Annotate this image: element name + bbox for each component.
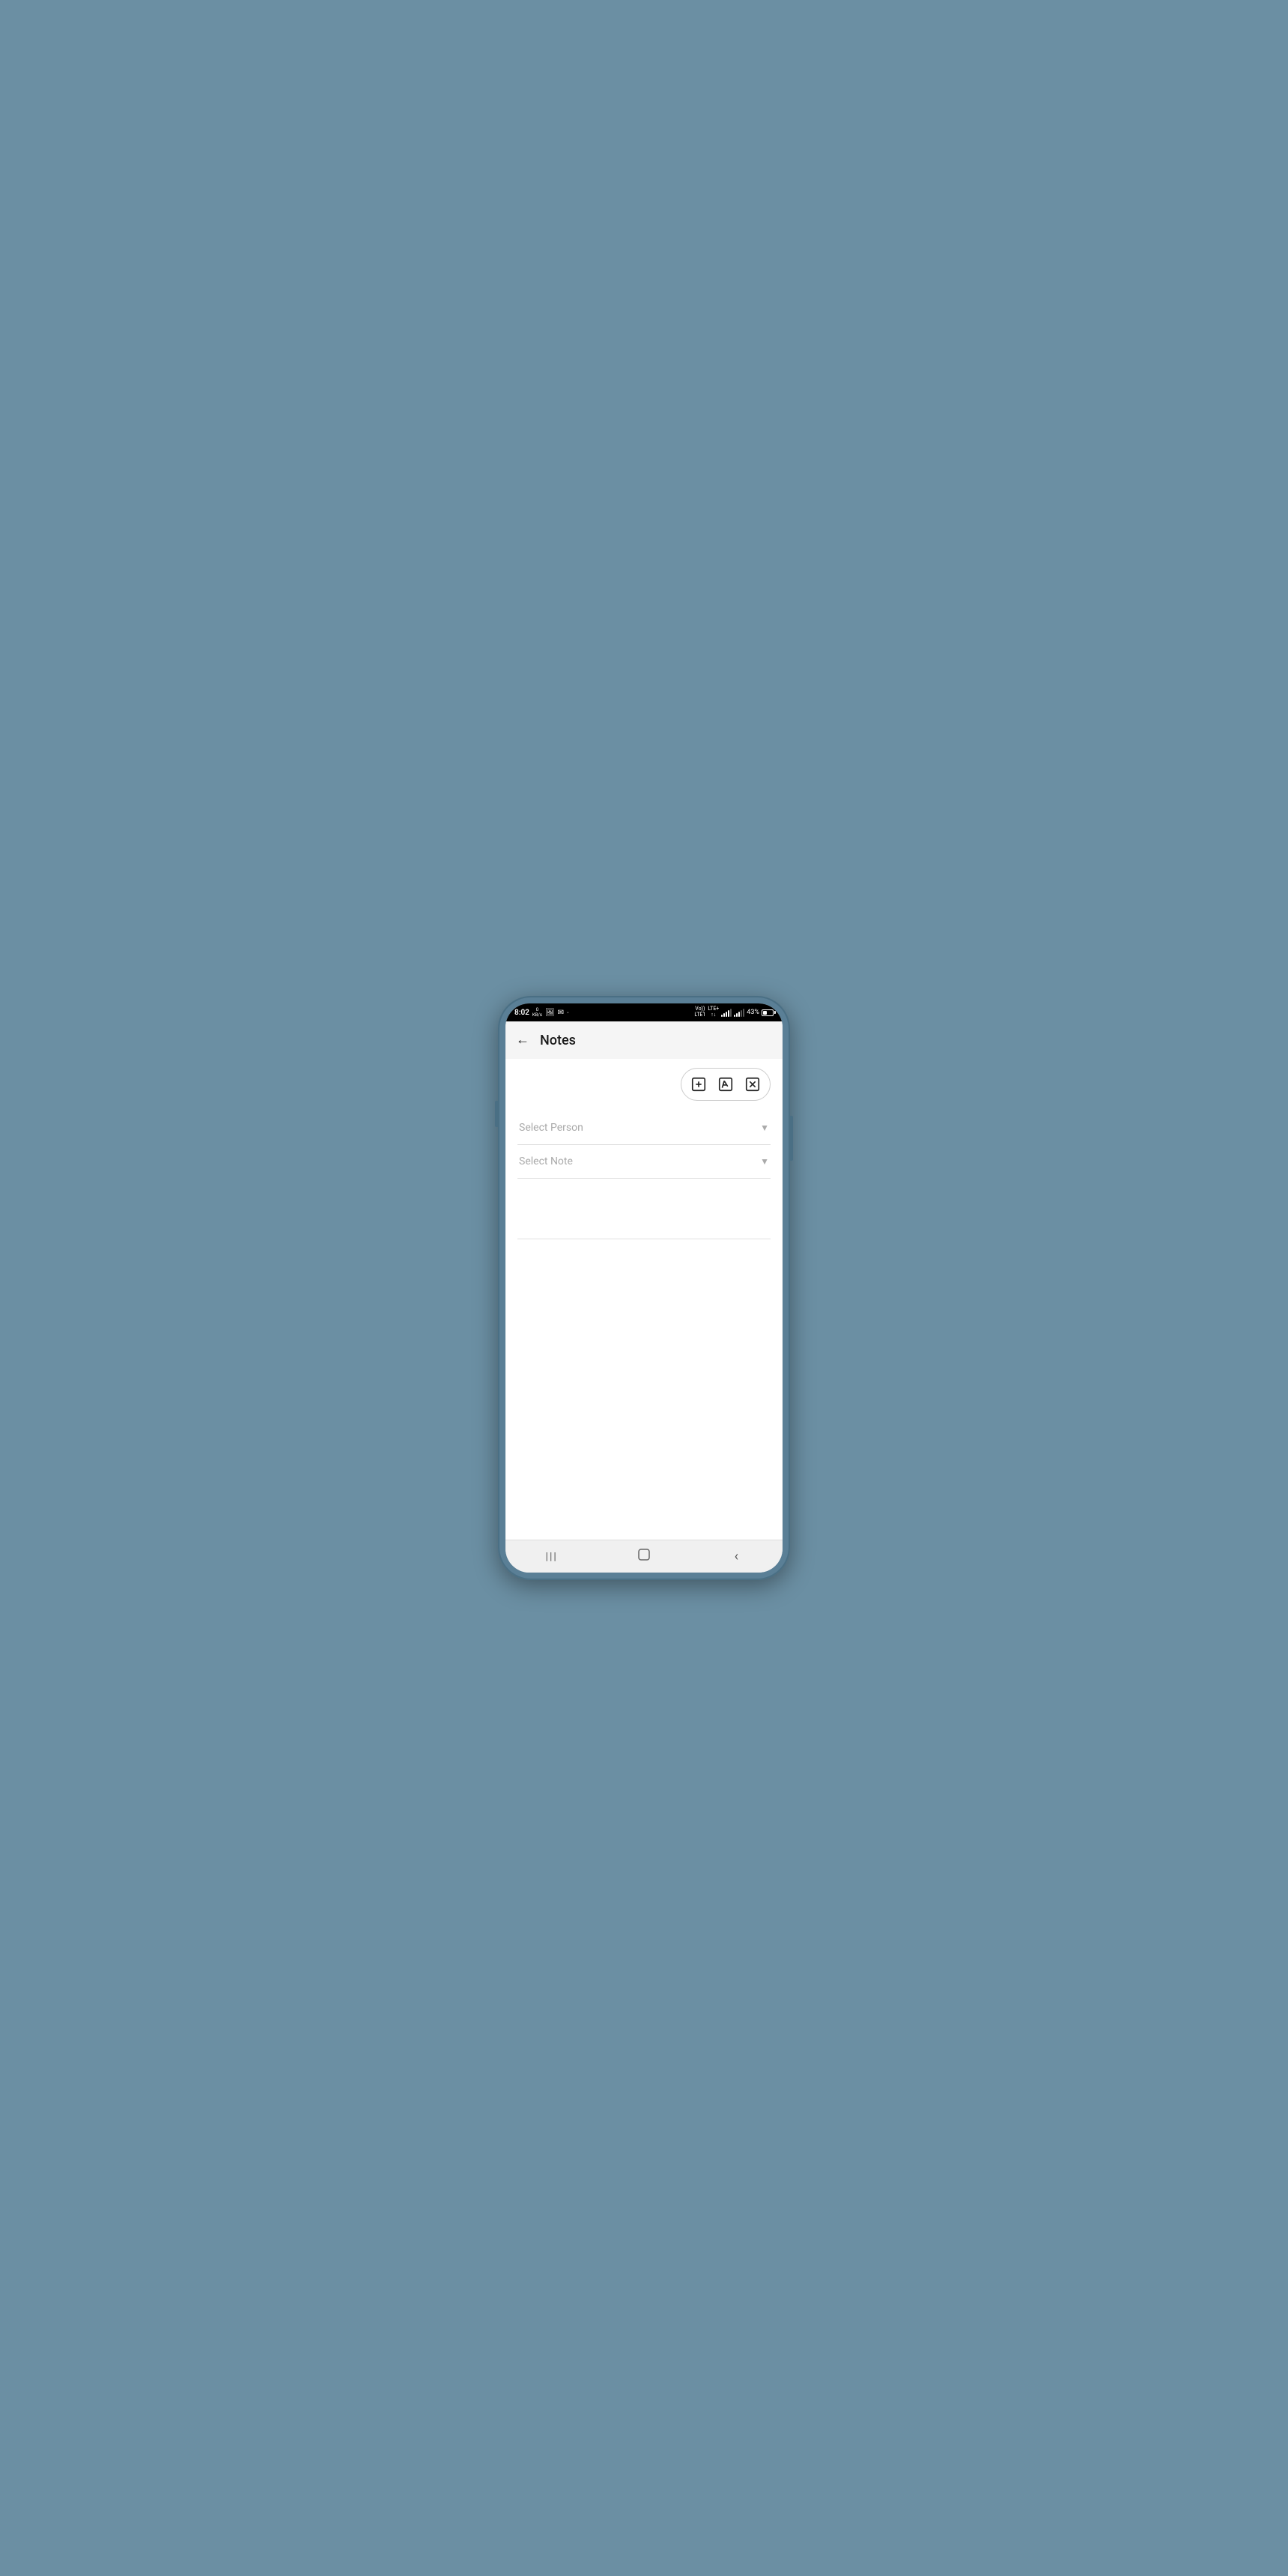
edit-icon	[717, 1076, 734, 1093]
chevron-down-icon: ▼	[760, 1123, 769, 1133]
battery-percent: 43%	[747, 1009, 759, 1016]
recent-apps-button[interactable]: |||	[505, 1540, 598, 1573]
home-button[interactable]	[598, 1540, 690, 1573]
toolbar	[517, 1068, 771, 1101]
phone-frame: 8:02 0 KB/s 🖼 ✉ • Vo)) LTE1 LTE+ ↑↓	[498, 996, 790, 1580]
status-right: Vo)) LTE1 LTE+ ↑↓	[694, 1006, 774, 1018]
add-note-button[interactable]	[686, 1072, 711, 1097]
signal-bars-2	[734, 1008, 744, 1017]
select-person-label: Select Person	[519, 1122, 583, 1134]
image-icon: 🖼	[545, 1009, 555, 1017]
close-button[interactable]	[740, 1072, 765, 1097]
select-note-dropdown[interactable]: Select Note ▼	[517, 1145, 771, 1179]
mail-icon: ✉	[558, 1009, 564, 1017]
page-title: Notes	[540, 1033, 576, 1048]
status-time: 8:02	[514, 1009, 529, 1017]
lte2-label: LTE+ ↑↓	[708, 1006, 719, 1018]
select-note-label: Select Note	[519, 1155, 573, 1167]
battery-fill	[763, 1011, 767, 1015]
back-button[interactable]: ←	[516, 1033, 529, 1047]
chevron-down-icon-2: ▼	[760, 1156, 769, 1167]
dot-icon: •	[567, 1009, 569, 1016]
signal-bars-1	[721, 1008, 732, 1017]
back-nav-button[interactable]: ‹	[690, 1540, 783, 1573]
app-bar: ← Notes	[505, 1021, 783, 1059]
phone-screen: 8:02 0 KB/s 🖼 ✉ • Vo)) LTE1 LTE+ ↑↓	[505, 1003, 783, 1573]
status-kb: 0 KB/s	[532, 1007, 542, 1018]
close-icon	[744, 1076, 761, 1093]
select-person-dropdown[interactable]: Select Person ▼	[517, 1111, 771, 1145]
content-area: Select Person ▼ Select Note ▼	[505, 1059, 783, 1540]
back-nav-icon: ‹	[735, 1549, 738, 1564]
recent-apps-icon: |||	[546, 1551, 558, 1563]
battery-icon	[762, 1009, 774, 1016]
add-note-icon	[690, 1076, 707, 1093]
icon-group	[681, 1068, 771, 1101]
bottom-nav: ||| ‹	[505, 1540, 783, 1573]
edit-button[interactable]	[713, 1072, 738, 1097]
lte-label: Vo)) LTE1	[694, 1006, 705, 1018]
status-bar: 8:02 0 KB/s 🖼 ✉ • Vo)) LTE1 LTE+ ↑↓	[505, 1003, 783, 1021]
home-icon	[637, 1547, 651, 1566]
status-left: 8:02 0 KB/s 🖼 ✉ •	[514, 1007, 569, 1018]
